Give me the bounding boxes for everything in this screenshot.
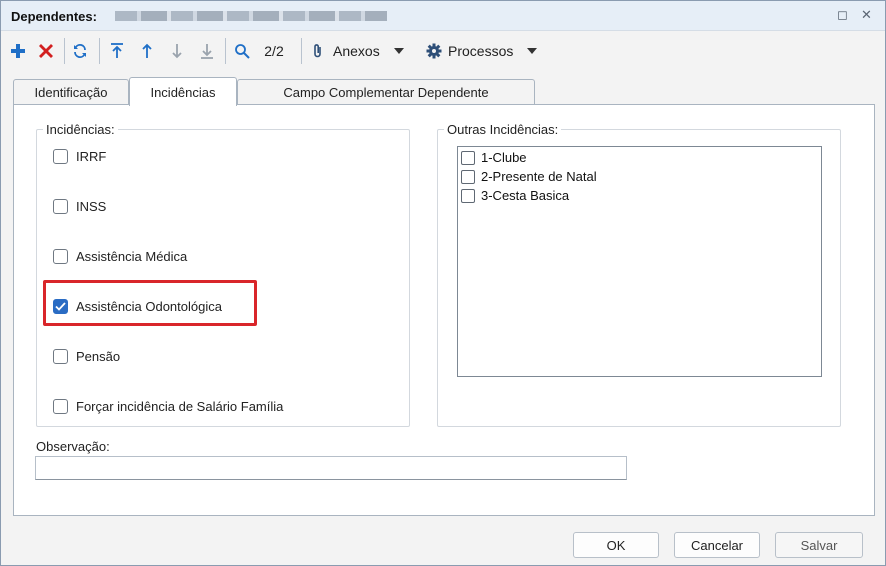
- checkbox-box[interactable]: [461, 150, 475, 165]
- checkbox-box[interactable]: [461, 169, 475, 184]
- outras-incidencias-list[interactable]: 1-Clube 2-Presente de Natal 3-Cesta Basi…: [457, 146, 822, 377]
- next-record-icon: [172, 44, 182, 59]
- tab-incidencias[interactable]: Incidências: [129, 77, 237, 106]
- close-button[interactable]: ✕: [861, 7, 872, 23]
- search-button[interactable]: [231, 40, 253, 62]
- checkbox-label: Pensão: [76, 349, 121, 364]
- dependentes-window: Dependentes: ◻ ✕ 2/2 Anexos Processos Id…: [0, 0, 886, 566]
- add-button[interactable]: [7, 40, 29, 62]
- gear-icon: [426, 43, 442, 59]
- last-record-icon: [201, 44, 213, 59]
- checkbox-label: IRRF: [76, 149, 107, 164]
- previous-record-icon: [142, 43, 152, 58]
- outras-incidencias-group: Outras Incidências: 1-Clube 2-Presente d…: [437, 122, 841, 427]
- toolbar: 2/2 Anexos Processos: [1, 32, 885, 72]
- checkbox-box[interactable]: [53, 349, 68, 364]
- anexos-label: Anexos: [333, 43, 380, 59]
- list-item[interactable]: 2-Presente de Natal: [461, 169, 597, 184]
- list-item-label: 1-Clube: [481, 150, 527, 165]
- toolbar-separator: [301, 38, 302, 64]
- caret-down-icon: [527, 48, 538, 54]
- redacted-name: [115, 11, 387, 21]
- ok-button[interactable]: OK: [573, 532, 659, 558]
- checkbox-assistencia-medica[interactable]: Assistência Médica: [53, 249, 187, 264]
- list-item[interactable]: 1-Clube: [461, 150, 527, 165]
- maximize-button[interactable]: ◻: [837, 7, 848, 23]
- search-icon: [235, 44, 250, 59]
- observacao-input[interactable]: [35, 456, 627, 480]
- record-counter: 2/2: [264, 43, 284, 59]
- delete-button[interactable]: [35, 40, 57, 62]
- highlight-annotation: [43, 280, 257, 326]
- refresh-button[interactable]: [69, 40, 91, 62]
- checkbox-box[interactable]: [53, 199, 68, 214]
- next-record-button[interactable]: [167, 40, 187, 62]
- checkbox-irrf[interactable]: IRRF: [53, 149, 106, 164]
- outras-incidencias-legend: Outras Incidências:: [444, 122, 562, 137]
- window-title: Dependentes:: [11, 9, 97, 24]
- toolbar-separator: [99, 38, 100, 64]
- list-item-label: 2-Presente de Natal: [481, 169, 597, 184]
- checkbox-label: Assistência Médica: [76, 249, 188, 264]
- processos-menu[interactable]: Processos: [426, 40, 552, 62]
- first-record-button[interactable]: [107, 40, 127, 62]
- checkbox-pensao[interactable]: Pensão: [53, 349, 120, 364]
- checkbox-label: Forçar incidência de Salário Família: [76, 399, 284, 414]
- toolbar-separator: [225, 38, 226, 64]
- checkbox-label: INSS: [76, 199, 107, 214]
- checkbox-box[interactable]: [53, 249, 68, 264]
- observacao-label: Observação:: [36, 439, 110, 454]
- incidencias-panel: Incidências: IRRF INSS Assistência Médic…: [13, 104, 875, 516]
- tab-campo-complementar[interactable]: Campo Complementar Dependente: [237, 79, 535, 105]
- toolbar-separator: [64, 38, 65, 64]
- caret-down-icon: [393, 48, 404, 54]
- incidencias-group: Incidências: IRRF INSS Assistência Médic…: [36, 122, 410, 427]
- last-record-button[interactable]: [197, 40, 217, 62]
- title-bar: Dependentes: ◻ ✕: [1, 1, 885, 31]
- list-item[interactable]: 3-Cesta Basica: [461, 188, 569, 203]
- add-icon: [11, 44, 25, 58]
- delete-icon: [39, 44, 53, 58]
- paperclip-icon: [314, 44, 321, 58]
- first-record-icon: [111, 43, 123, 58]
- checkbox-box[interactable]: [53, 399, 68, 414]
- checkbox-box[interactable]: [53, 149, 68, 164]
- anexos-menu[interactable]: Anexos: [311, 40, 413, 62]
- checkbox-inss[interactable]: INSS: [53, 199, 106, 214]
- checkbox-salario-familia[interactable]: Forçar incidência de Salário Família: [53, 399, 283, 414]
- refresh-icon: [74, 43, 86, 59]
- cancel-button[interactable]: Cancelar: [674, 532, 760, 558]
- tab-identificacao[interactable]: Identificação: [13, 79, 129, 105]
- save-button[interactable]: Salvar: [775, 532, 863, 558]
- processos-label: Processos: [448, 43, 514, 59]
- checkbox-box[interactable]: [461, 188, 475, 203]
- list-item-label: 3-Cesta Basica: [481, 188, 570, 203]
- incidencias-legend: Incidências:: [43, 122, 118, 137]
- previous-record-button[interactable]: [137, 40, 157, 62]
